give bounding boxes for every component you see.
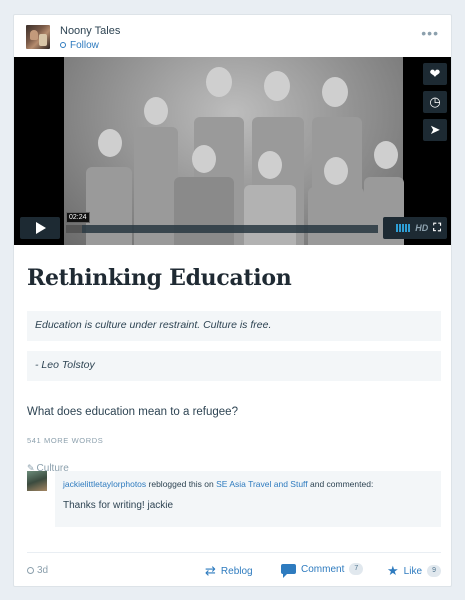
watch-later-button[interactable]: ◷ — [423, 91, 447, 113]
hd-toggle[interactable]: HD — [415, 223, 428, 233]
reblog-comment: jackielittletaylorphotos reblogged this … — [55, 471, 441, 527]
commenter-link[interactable]: jackielittletaylorphotos — [63, 479, 146, 489]
reblog-comment-header: jackielittletaylorphotos reblogged this … — [63, 479, 433, 489]
post-card: Noony Tales Follow ••• ❤ ◷ ➤ 02:24 HD ⛶ … — [13, 14, 452, 587]
heart-icon: ❤ — [429, 66, 441, 81]
site-name[interactable]: Noony Tales — [60, 25, 120, 37]
play-button[interactable] — [20, 217, 60, 239]
post-header: Noony Tales Follow ••• — [14, 15, 451, 57]
send-icon: ➤ — [429, 122, 441, 137]
post-age[interactable]: 3d — [27, 565, 48, 576]
more-words-link[interactable]: 541 MORE WORDS — [27, 436, 103, 445]
seek-bar[interactable] — [66, 225, 378, 233]
commented-text: and commented: — [307, 479, 374, 489]
more-options-icon[interactable]: ••• — [421, 26, 439, 40]
share-video-button[interactable]: ➤ — [423, 119, 447, 141]
post-footer: 3d ⇄ Reblog Comment 7 ★ Like 9 — [14, 563, 451, 581]
follow-label: Follow — [70, 40, 99, 51]
post-age-label: 3d — [37, 565, 49, 576]
follow-icon — [60, 42, 66, 48]
comment-text: Thanks for writing! jackie — [63, 500, 174, 511]
reblogged-text: reblogged this on — [146, 479, 217, 489]
comment-button[interactable]: Comment 7 — [281, 563, 364, 578]
comment-icon — [281, 564, 296, 578]
reblog-icon: ⇄ — [205, 563, 216, 578]
reblog-label: Reblog — [220, 565, 253, 577]
like-button[interactable]: ★ Like 9 — [387, 563, 442, 579]
follow-button[interactable]: Follow — [60, 40, 99, 51]
like-label: Like — [403, 565, 423, 577]
footer-divider — [27, 552, 441, 553]
video-controls: 02:24 HD ⛶ — [14, 212, 451, 245]
clock-icon — [27, 567, 34, 574]
quote-attribution: - Leo Tolstoy — [27, 351, 441, 381]
site-avatar[interactable] — [26, 25, 50, 49]
post-excerpt: What does education mean to a refugee? — [27, 406, 238, 418]
like-count: 9 — [427, 565, 442, 577]
reblog-button[interactable]: ⇄ Reblog — [205, 563, 253, 579]
video-player[interactable]: ❤ ◷ ➤ 02:24 HD ⛶ — [14, 57, 451, 245]
quote-block: Education is culture under restraint. Cu… — [27, 311, 441, 341]
commenter-avatar[interactable] — [27, 471, 47, 491]
seek-progress — [66, 225, 82, 233]
star-icon: ★ — [387, 563, 399, 578]
video-side-actions: ❤ ◷ ➤ — [423, 63, 447, 147]
volume-icon[interactable] — [396, 224, 411, 232]
fullscreen-icon[interactable]: ⛶ — [433, 222, 441, 235]
comment-label: Comment — [301, 563, 345, 575]
like-video-button[interactable]: ❤ — [423, 63, 447, 85]
comment-count: 7 — [349, 563, 364, 575]
time-tooltip: 02:24 — [66, 212, 90, 223]
video-settings: HD ⛶ — [383, 217, 447, 239]
post-title[interactable]: Rethinking Education — [27, 265, 292, 291]
clock-icon: ◷ — [429, 94, 441, 109]
reblog-site-link[interactable]: SE Asia Travel and Stuff — [216, 479, 308, 489]
